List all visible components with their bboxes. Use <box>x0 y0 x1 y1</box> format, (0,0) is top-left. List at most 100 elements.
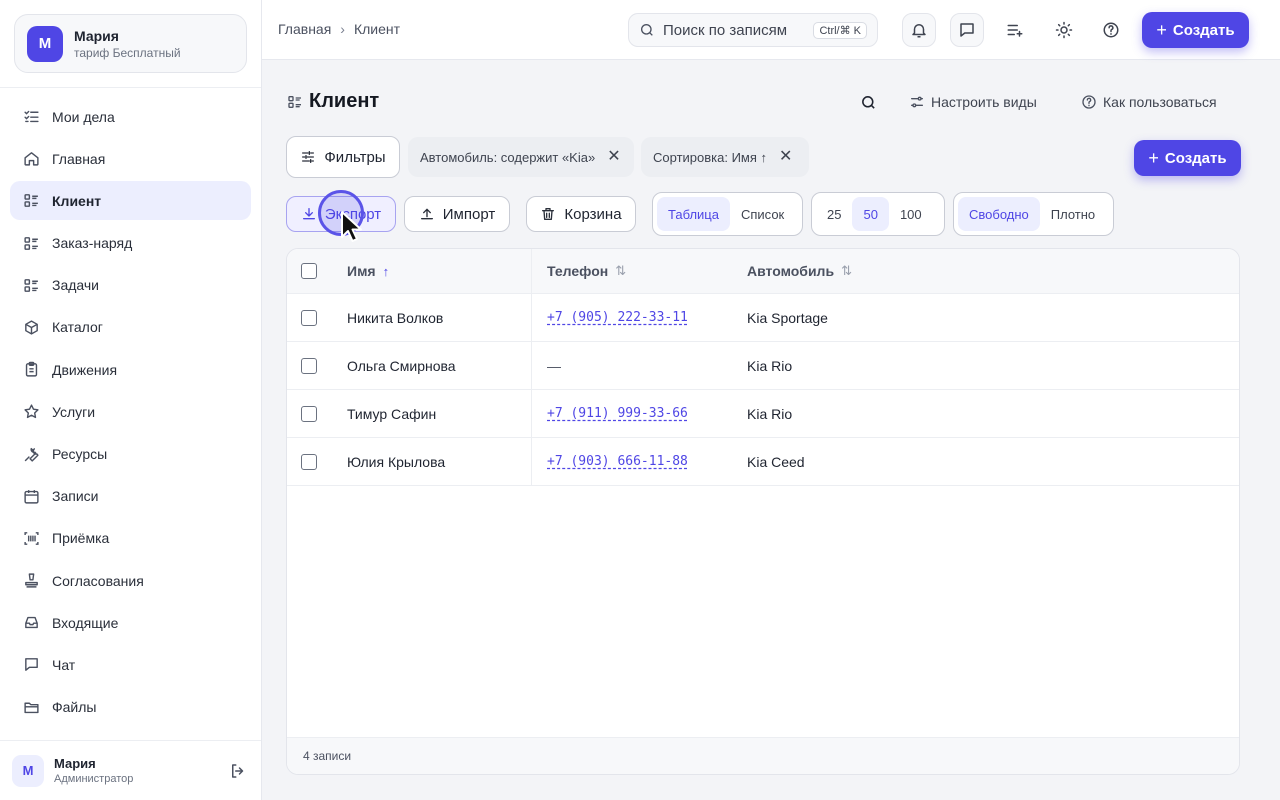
cell-car: Kia Rio <box>747 405 793 422</box>
how-to-use-label: Как пользоваться <box>1103 94 1217 110</box>
clients-table: Имя ↑ Телефон ⇅ Автомобиль ⇅ Никита Волк… <box>286 248 1240 775</box>
select-all-checkbox[interactable] <box>301 263 317 279</box>
page-size-25[interactable]: 25 <box>816 197 852 231</box>
clipboard-icon <box>22 361 40 379</box>
sidebar-item-inbox[interactable]: Входящие <box>10 603 251 642</box>
sidebar-item-movements[interactable]: Движения <box>10 350 251 389</box>
sort-icon: ⇅ <box>841 263 852 278</box>
sidebar-item-records[interactable]: Записи <box>10 477 251 516</box>
cell-car: Kia Rio <box>747 357 793 374</box>
list-plus-icon <box>1007 24 1023 37</box>
sidebar-item-catalog[interactable]: Каталог <box>10 308 251 347</box>
sliders-icon <box>302 151 315 163</box>
density-compact[interactable]: Плотно <box>1040 197 1106 231</box>
density-loose[interactable]: Свободно <box>958 197 1040 231</box>
sidebar-user: М Мария Администратор <box>0 740 261 800</box>
breadcrumb-home[interactable]: Главная <box>278 21 331 37</box>
box-icon <box>22 318 40 336</box>
sidebar-item-label: Входящие <box>52 614 119 631</box>
configure-views-label: Настроить виды <box>931 94 1037 110</box>
barcode-icon <box>22 529 40 547</box>
table-header: Имя ↑ Телефон ⇅ Автомобиль ⇅ <box>287 249 1239 294</box>
notifications-button[interactable] <box>902 13 936 47</box>
sidebar-item-label: Каталог <box>52 319 103 336</box>
chat-icon <box>960 23 974 37</box>
configure-views-button[interactable]: Настроить виды <box>909 90 1037 114</box>
theme-toggle-button[interactable] <box>1047 13 1081 47</box>
page-size-100[interactable]: 100 <box>889 197 933 231</box>
workspace-switcher[interactable]: М Мария тариф Бесплатный <box>14 14 247 73</box>
create-label: Создать <box>1164 149 1227 167</box>
column-phone[interactable]: Телефон ⇅ <box>547 249 626 293</box>
search-input[interactable] <box>663 21 799 39</box>
density-switch: Свободно Плотно <box>953 192 1114 236</box>
help-button[interactable] <box>1094 13 1128 47</box>
topbar: Главная › Клиент Ctrl/⌘ K + Создать <box>262 0 1280 60</box>
page-search-button[interactable] <box>860 90 877 114</box>
sidebar-item-approvals[interactable]: Согласования <box>10 561 251 600</box>
import-button[interactable]: Импорт <box>404 196 510 232</box>
filters-button[interactable]: Фильтры <box>286 136 400 178</box>
help-icon <box>1082 95 1096 109</box>
sidebar-item-chat[interactable]: Чат <box>10 645 251 684</box>
view-mode-list[interactable]: Список <box>730 197 795 231</box>
cell-name: Тимур Сафин <box>347 405 437 422</box>
sidebar-item-work-order[interactable]: Заказ-наряд <box>10 224 251 263</box>
avatar[interactable]: М <box>12 754 44 787</box>
page-size-50[interactable]: 50 <box>852 197 889 231</box>
workspace-avatar: М <box>27 25 63 62</box>
messages-button[interactable] <box>950 13 984 47</box>
sidebar-item-tasks[interactable]: Задачи <box>10 266 251 305</box>
global-search[interactable]: Ctrl/⌘ K <box>628 13 878 47</box>
create-button-top[interactable]: + Создать <box>1142 12 1249 48</box>
upload-icon <box>420 208 433 220</box>
stamp-icon <box>22 572 40 590</box>
phone-link[interactable]: +7 (903) 666-11-88 <box>547 454 688 469</box>
table-row[interactable]: Тимур Сафин +7 (911) 999-33-66 Kia Rio <box>287 390 1239 438</box>
cell-car: Kia Ceed <box>747 453 805 470</box>
how-to-use-button[interactable]: Как пользоваться <box>1081 90 1217 114</box>
view-mode-switch: Таблица Список <box>652 192 803 236</box>
table-row[interactable]: Никита Волков +7 (905) 222-33-11 Kia Spo… <box>287 294 1239 342</box>
sun-icon <box>1055 21 1073 39</box>
chevron-right-icon: › <box>340 21 345 37</box>
sidebar-item-label: Главная <box>52 150 106 167</box>
sidebar-item-client[interactable]: Клиент <box>10 181 251 221</box>
folder-icon <box>22 698 40 716</box>
trash-button[interactable]: Корзина <box>526 196 636 232</box>
sidebar-item-label: Задачи <box>52 277 100 294</box>
add-list-button[interactable] <box>998 13 1032 47</box>
sidebar-item-home[interactable]: Главная <box>10 139 251 178</box>
create-button[interactable]: + Создать <box>1134 140 1241 176</box>
page-size-switch: 25 50 100 <box>811 192 945 236</box>
row-checkbox[interactable] <box>301 309 317 326</box>
sidebar-item-files[interactable]: Файлы <box>10 688 251 727</box>
phone-link[interactable]: +7 (911) 999-33-66 <box>547 406 688 421</box>
table-row[interactable]: Юлия Крылова +7 (903) 666-11-88 Kia Ceed <box>287 438 1239 486</box>
bell-icon <box>912 24 926 38</box>
sidebar-item-intake[interactable]: Приёмка <box>10 519 251 558</box>
row-checkbox[interactable] <box>301 405 317 422</box>
phone-link[interactable]: +7 (905) 222-33-11 <box>547 310 688 325</box>
row-checkbox[interactable] <box>301 453 317 470</box>
table-row[interactable]: Ольга Смирнова — Kia Rio <box>287 342 1239 390</box>
sidebar-item-my-tasks[interactable]: Мои дела <box>10 97 251 136</box>
breadcrumb: Главная › Клиент <box>278 21 400 37</box>
filter-tag-label: Автомобиль: содержит «Kia» <box>420 149 596 165</box>
sidebar-item-services[interactable]: Услуги <box>10 392 251 431</box>
sidebar-item-label: Мои дела <box>52 108 115 125</box>
sidebar-item-label: Клиент <box>52 192 102 209</box>
logout-icon[interactable] <box>227 760 249 782</box>
home-icon <box>22 150 40 168</box>
close-icon[interactable]: ✕ <box>607 149 620 165</box>
chat-icon <box>22 656 40 674</box>
import-label: Импорт <box>442 205 496 223</box>
cell-name: Юлия Крылова <box>347 453 446 470</box>
close-icon[interactable]: ✕ <box>779 149 792 165</box>
column-car[interactable]: Автомобиль ⇅ <box>747 249 852 293</box>
row-checkbox[interactable] <box>301 357 317 374</box>
search-icon <box>862 95 875 109</box>
view-mode-table[interactable]: Таблица <box>657 197 730 231</box>
column-name[interactable]: Имя ↑ <box>347 249 389 293</box>
sidebar-item-resources[interactable]: Ресурсы <box>10 435 251 474</box>
